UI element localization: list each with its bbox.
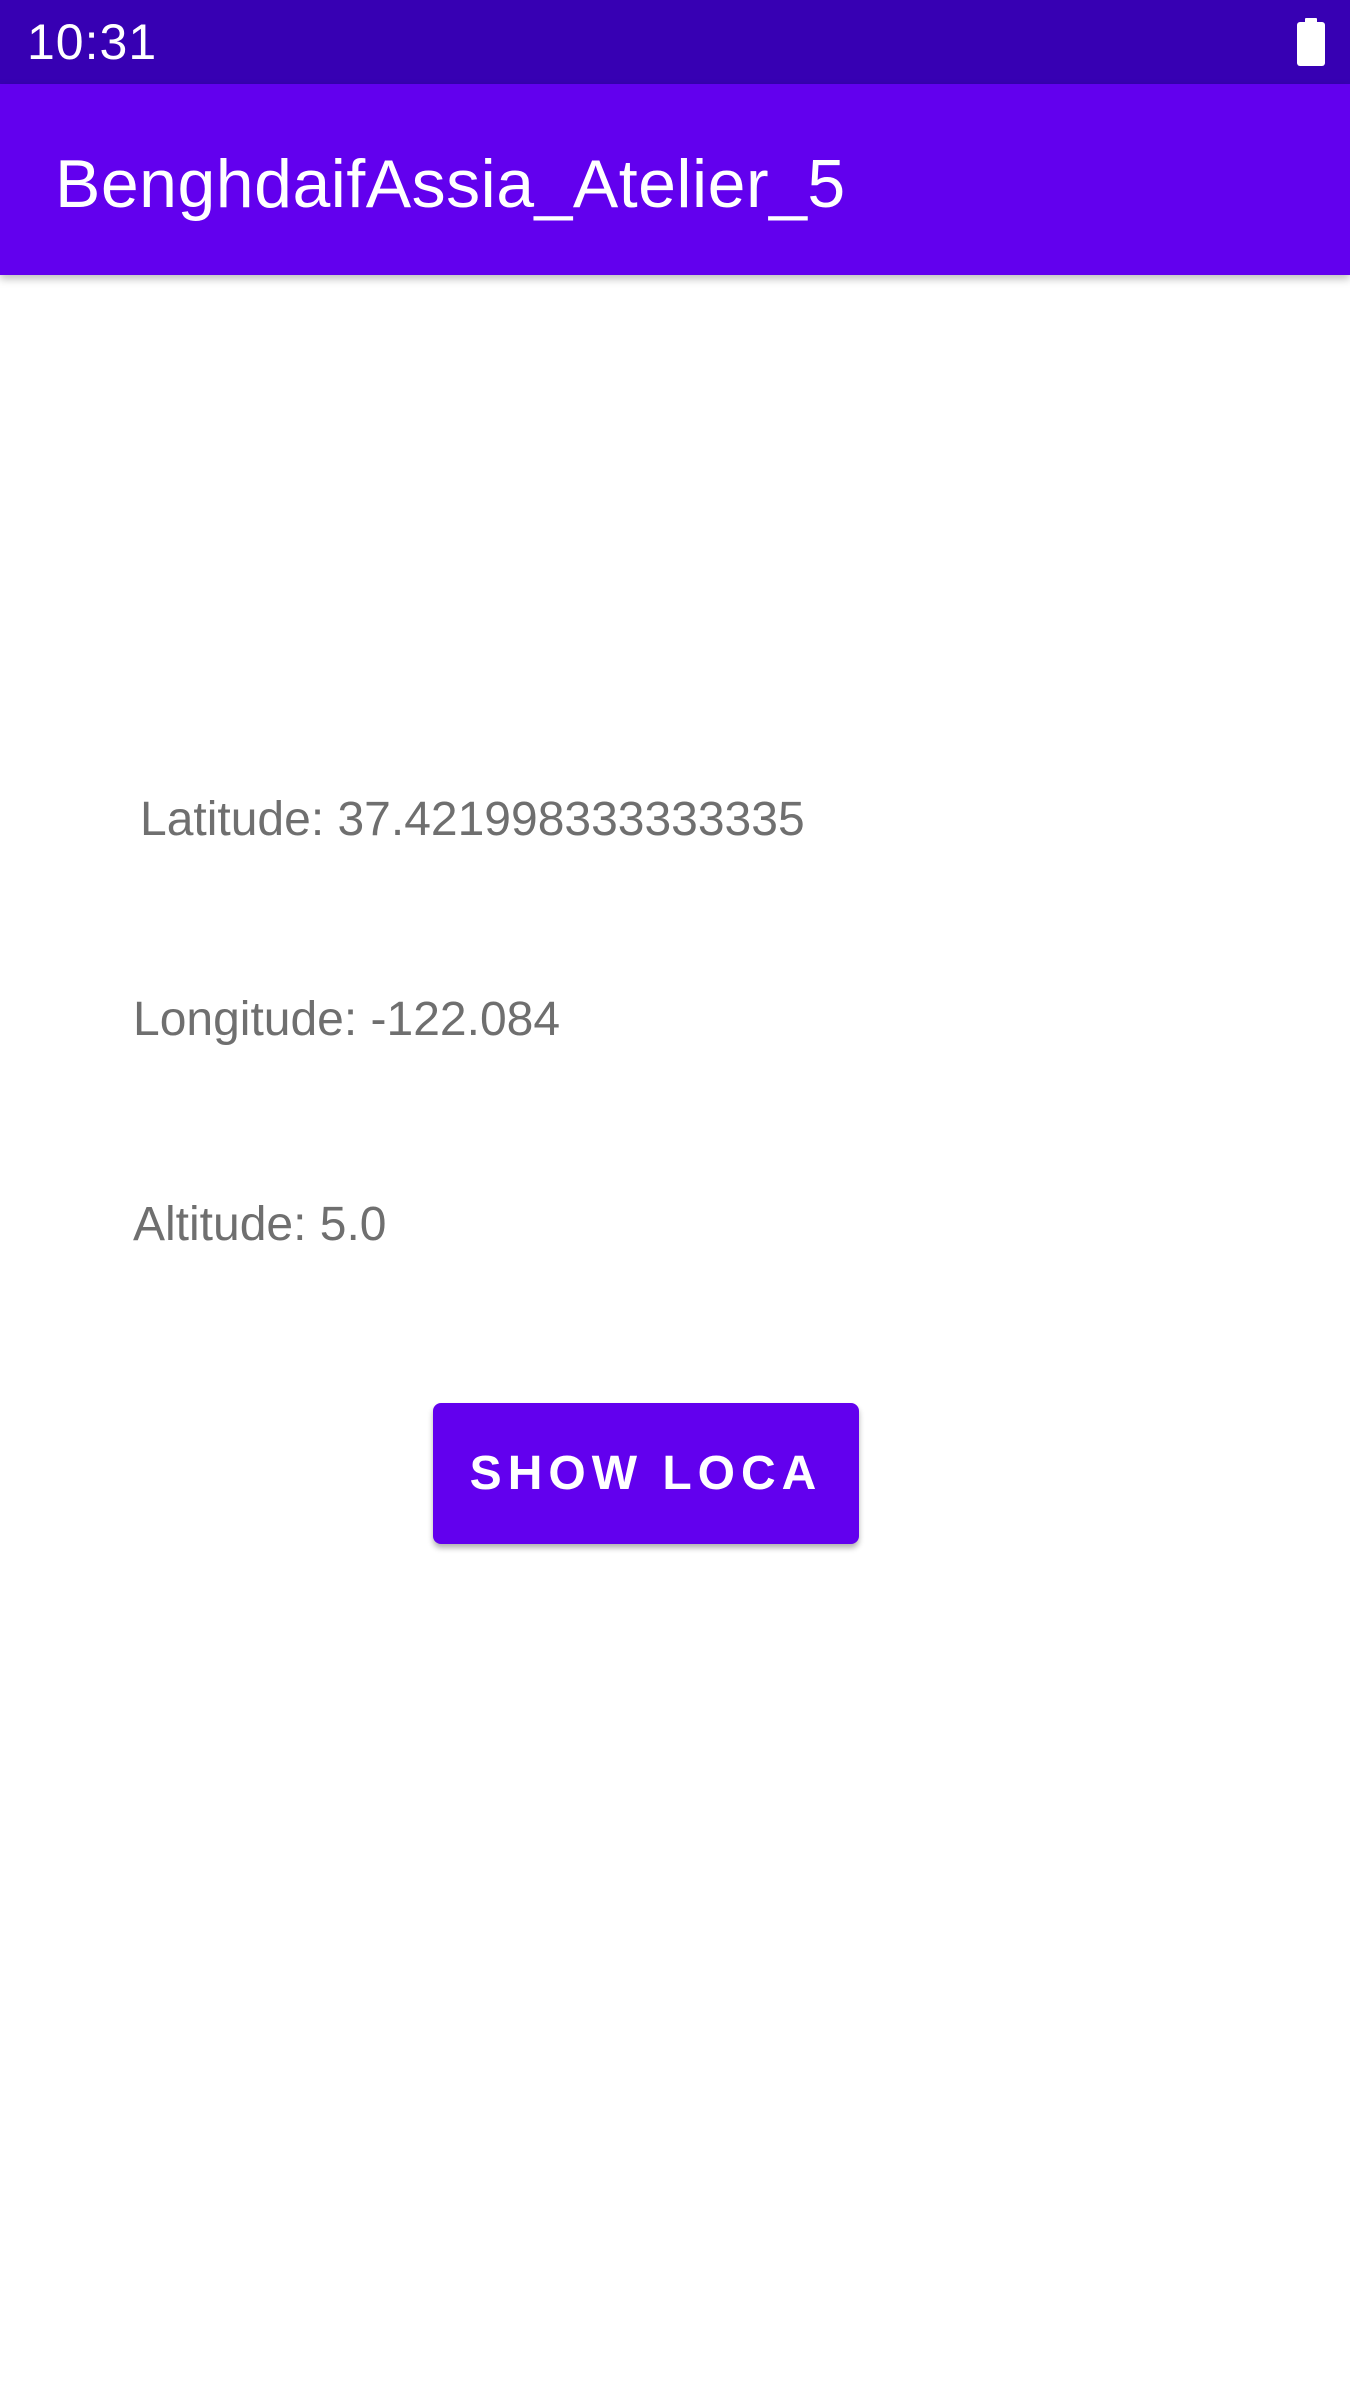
longitude-text: Longitude: -122.084 <box>133 993 561 1046</box>
battery-full-icon <box>1297 18 1325 66</box>
altitude-text: Altitude: 5.0 <box>133 1198 387 1251</box>
status-time: 10:31 <box>27 14 158 70</box>
status-bar: 10:31 <box>0 0 1350 84</box>
main-content: Latitude: 37.421998333333335 Longitude: … <box>0 275 1350 2400</box>
latitude-text: Latitude: 37.421998333333335 <box>140 793 805 846</box>
app-title: BenghdaifAssia_Atelier_5 <box>55 146 846 222</box>
show-location-button[interactable]: SHOW LOCA <box>433 1403 859 1544</box>
app-bar: BenghdaifAssia_Atelier_5 <box>0 84 1350 275</box>
